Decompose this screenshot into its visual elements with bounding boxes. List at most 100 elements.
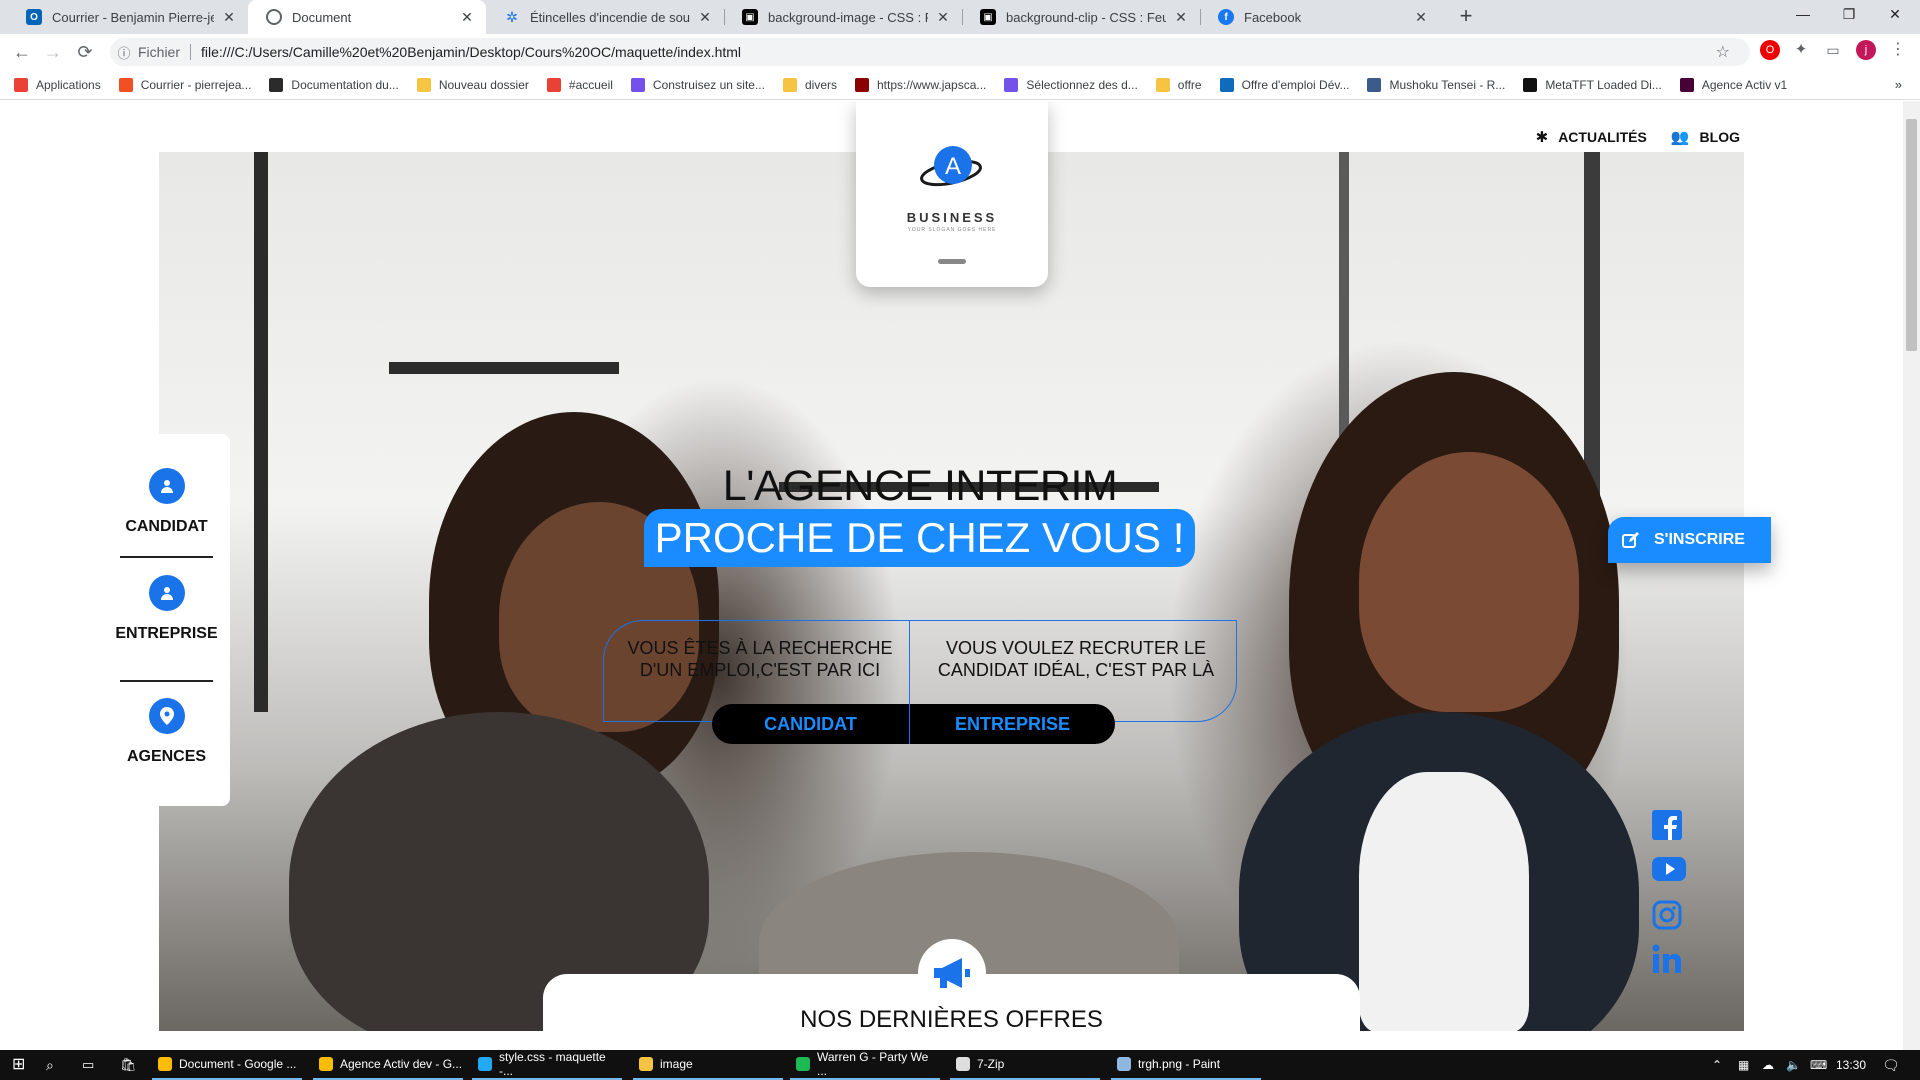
nav-actualites[interactable]: ✱ ACTUALITÉS [1536,128,1647,146]
bookmark-item[interactable]: divers [782,77,837,92]
xd-icon [1679,77,1694,92]
taskbar-app[interactable]: Agence Activ dev - G... [313,1050,463,1080]
register-button[interactable]: S'INSCRIRE [1608,517,1771,563]
bookmark-item[interactable]: #accueil [546,77,613,92]
top-nav: ✱ ACTUALITÉS 👥 BLOG [1536,128,1740,146]
close-icon[interactable]: ✕ [220,9,238,26]
menu-kebab-icon[interactable]: ⋮ [1888,40,1908,60]
hero-title: L'AGENCE INTERIM [722,462,1118,510]
sidebar-item-entreprise[interactable]: ENTREPRISE [103,575,230,643]
taskbar-app-label: Agence Activ dev - G... [340,1057,463,1071]
tab-courrier[interactable]: O Courrier - Benjamin Pierre-jean - ✕ [8,0,248,34]
bookmark-item[interactable]: Sélectionnez des d... [1004,77,1138,92]
windows-taskbar: ⊞ ⌕ ▭ 🛍 ⌃ ▦ ☁ 🔈 ⌨ 13:30 🗨 Document - Goo… [0,1050,1920,1080]
cast-icon[interactable]: ▭ [1823,40,1843,60]
tab-document[interactable]: Document ✕ [248,0,486,34]
js-icon [855,77,869,92]
notifications-icon[interactable]: 🗨 [1882,1050,1900,1080]
close-icon[interactable]: ✕ [1172,9,1190,26]
sidebar-item-label: ENTREPRISE [115,625,218,642]
bookmark-item[interactable]: offre [1155,77,1202,92]
sidebar-item-agences[interactable]: AGENCES [103,698,230,766]
youtube-icon[interactable] [1652,855,1686,885]
logo-name: BUSINESS [906,210,998,225]
candidat-button[interactable]: CANDIDAT [712,704,909,744]
tab-background-image[interactable]: ▣ background-image - CSS : Feuilles ✕ [724,0,962,34]
taskbar-app-label: Warren G - Party We ... [817,1050,929,1078]
taskbar-app[interactable]: Document - Google ... [152,1050,302,1080]
bookmark-item[interactable]: https://www.japsca... [855,77,986,92]
bookmark-label: Sélectionnez des d... [1026,77,1138,92]
scrollbar-thumb[interactable] [1906,119,1917,351]
task-view-icon[interactable]: ▭ [82,1050,94,1080]
maximize-button[interactable]: ❐ [1826,0,1872,30]
url-text[interactable]: file:///C:/Users/Camille%20et%20Benjamin… [201,44,741,60]
minimize-button[interactable]: — [1780,0,1826,30]
taskbar-app[interactable]: 7-Zip [950,1050,1100,1080]
bookmark-item[interactable]: Documentation du... [269,77,399,92]
chrome-icon [319,1057,333,1071]
reload-button[interactable]: ⟳ [73,40,97,64]
bookmark-item[interactable]: Construisez un site... [630,77,765,92]
chevron-up-icon[interactable]: ⌃ [1712,1050,1722,1080]
tab-etincelles[interactable]: ✲ Étincelles d'incendie de soudage ✕ [486,0,724,34]
windows-start-icon[interactable]: ⊞ [12,1050,25,1080]
taskbar-app-label: style.css - maquette -... [499,1050,606,1078]
taskbar-app[interactable]: image [633,1050,783,1080]
volume-icon[interactable]: 🔈 [1786,1050,1801,1080]
taskbar-app-label: Document - Google ... [179,1057,297,1071]
close-window-button[interactable]: ✕ [1872,0,1918,30]
user-icon [148,468,185,504]
page-scrollbar[interactable] [1903,101,1920,1050]
tab-background-clip[interactable]: ▣ background-clip - CSS : Feuilles d ✕ [962,0,1200,34]
mdn-icon: ▣ [742,9,758,25]
entreprise-button[interactable]: ENTREPRISE [910,704,1115,744]
close-icon[interactable]: ✕ [934,9,952,26]
network-icon[interactable]: ▦ [1738,1050,1749,1080]
taskbar-app[interactable]: Warren G - Party We ... [790,1050,940,1080]
bookmark-item[interactable]: Nouveau dossier [416,77,529,92]
tab-facebook[interactable]: f Facebook ✕ [1200,0,1440,34]
taskbar-app[interactable]: style.css - maquette -... [472,1050,622,1080]
outlook-icon: O [26,9,42,25]
search-icon[interactable]: ⌕ [46,1050,54,1080]
logo-card[interactable]: A BUSINESS YOUR SLOGAN GOES HERE [856,101,1048,287]
bookmark-star-icon[interactable]: ☆ [1716,42,1730,62]
info-icon[interactable]: ⓘ [110,43,138,62]
store-icon[interactable]: 🛍 [120,1050,137,1080]
openclassrooms-icon [1004,77,1019,92]
divider [120,556,213,558]
bookmark-item[interactable]: Offre d'emploi Dév... [1219,77,1349,92]
facebook-icon[interactable] [1652,810,1682,840]
address-bar[interactable]: ⓘ Fichier file:///C:/Users/Camille%20et%… [110,38,1750,66]
linkedin-icon[interactable] [1652,944,1682,974]
bookmark-item[interactable]: Applications [14,77,101,92]
tab-title: Courrier - Benjamin Pierre-jean - [52,9,214,25]
new-tab-button[interactable]: + [1453,4,1479,30]
close-icon[interactable]: ✕ [696,9,714,26]
sidebar-item-label: CANDIDAT [125,518,208,535]
bookmark-item[interactable]: Courrier - pierrejea... [118,77,251,92]
onedrive-icon[interactable]: ☁ [1762,1050,1774,1080]
clock[interactable]: 13:30 [1836,1050,1866,1080]
back-button[interactable]: ← [10,40,34,64]
nav-blog[interactable]: 👥 BLOG [1671,128,1740,146]
instagram-icon[interactable] [1652,900,1682,930]
bookmark-item[interactable]: MetaTFT Loaded Di... [1523,77,1662,92]
edge-icon [1219,77,1234,92]
logo-slogan: YOUR SLOGAN GOES HERE [907,227,997,233]
taskbar-app[interactable]: trgh.png - Paint [1111,1050,1261,1080]
bookmark-item[interactable]: Agence Activ v1 [1679,77,1787,92]
forward-button[interactable]: → [41,40,65,64]
close-icon[interactable]: ✕ [458,9,476,26]
profile-avatar[interactable]: j [1856,40,1876,60]
bookmark-item[interactable]: Mushoku Tensei - R... [1367,77,1505,92]
gear-icon: ✱ [1535,129,1549,146]
extensions-puzzle-icon[interactable]: ✦ [1791,40,1811,60]
close-icon[interactable]: ✕ [1412,9,1430,26]
sidebar-item-candidat[interactable]: CANDIDAT [103,468,230,536]
opera-extension-icon[interactable]: O [1760,40,1780,60]
keyboard-layout-icon[interactable]: ⌨ [1810,1050,1827,1080]
bookmarks-overflow-button[interactable]: » [1895,77,1902,92]
taskbar-app-label: trgh.png - Paint [1138,1057,1221,1071]
